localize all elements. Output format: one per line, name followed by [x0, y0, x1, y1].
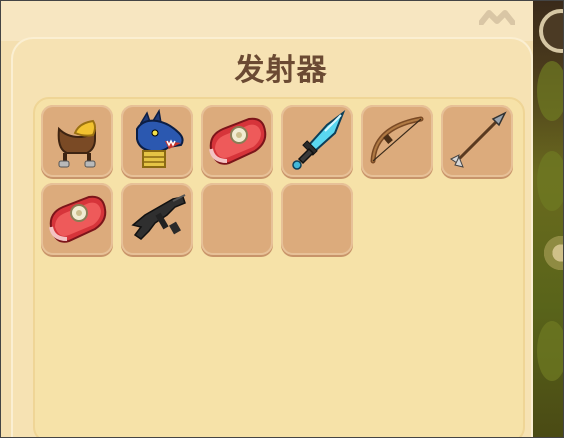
- game-screen: 发射器: [0, 0, 564, 438]
- flower-decoration: [541, 233, 563, 273]
- bush-decoration: [537, 151, 563, 211]
- inventory-slot[interactable]: [121, 183, 193, 255]
- bush-decoration: [537, 321, 563, 381]
- empty-inventory-slot[interactable]: [281, 183, 353, 255]
- raw-meat-icon: [49, 195, 107, 243]
- bow-icon: [370, 116, 424, 164]
- saddle-icon: [57, 119, 96, 168]
- inventory-slot[interactable]: [201, 105, 273, 177]
- inventory-slot[interactable]: [41, 183, 113, 255]
- inventory-slot[interactable]: [281, 105, 353, 177]
- arrow-icon: [450, 111, 507, 168]
- crystal-sword-icon: [292, 110, 346, 170]
- inventory-slot[interactable]: [361, 105, 433, 177]
- raw-meat-icon: [209, 117, 267, 165]
- dragon-head-icon: [136, 109, 184, 168]
- submachine-gun-icon: [131, 194, 186, 240]
- panel-title: 发射器: [234, 53, 328, 88]
- inventory-slot[interactable]: [121, 105, 193, 177]
- collapse-chevron-icon[interactable]: [479, 7, 515, 25]
- empty-inventory-slot[interactable]: [201, 183, 273, 255]
- inventory-slot[interactable]: [441, 105, 513, 177]
- inventory-slot[interactable]: [41, 105, 113, 177]
- previous-panel-strip: [1, 1, 533, 41]
